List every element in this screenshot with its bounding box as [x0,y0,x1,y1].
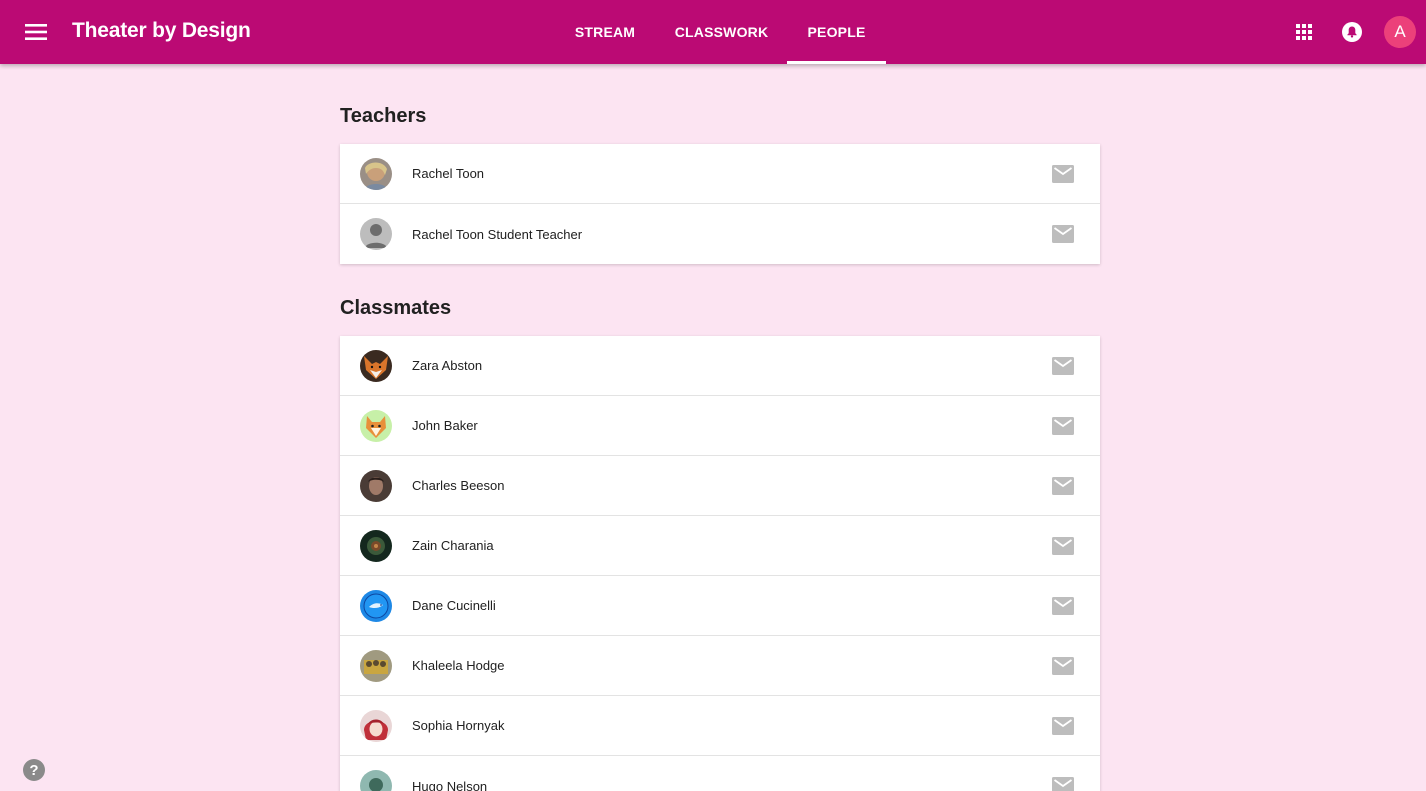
list-item: Dane Cucinelli [340,576,1100,636]
tab-people[interactable]: PEOPLE [787,0,886,64]
classmates-list: Zara Abston John Baker Charles Beeson Za… [340,336,1100,791]
mail-icon [1052,165,1074,183]
shiba-dog-avatar[interactable] [360,409,392,442]
person-name[interactable]: Rachel Toon Student Teacher [412,227,582,242]
email-button[interactable] [1052,164,1074,184]
help-button[interactable]: ? [23,759,45,781]
person-name[interactable]: Zara Abston [412,358,482,373]
email-button[interactable] [1052,224,1074,244]
email-button[interactable] [1052,536,1074,556]
person-name[interactable]: Dane Cucinelli [412,598,496,613]
list-item: Rachel Toon [340,144,1100,204]
class-tabs: STREAM CLASSWORK PEOPLE [554,0,886,64]
blue-bird-avatar[interactable] [360,589,392,622]
list-item: John Baker [340,396,1100,456]
default-avatar-icon[interactable] [360,218,392,250]
teacher-avatar[interactable] [360,157,392,190]
mail-icon [1052,417,1074,435]
person-name[interactable]: Hugo Nelson [412,779,487,791]
list-item: Zain Charania [340,516,1100,576]
list-item: Sophia Hornyak [340,696,1100,756]
email-button[interactable] [1052,416,1074,436]
person-name[interactable]: Charles Beeson [412,478,505,493]
person-name[interactable]: Zain Charania [412,538,494,553]
mail-icon [1052,357,1074,375]
list-item: Rachel Toon Student Teacher [340,204,1100,264]
main-menu-button[interactable] [20,16,52,48]
red-hair-character-avatar[interactable] [360,709,392,742]
email-button[interactable] [1052,656,1074,676]
photo-avatar[interactable] [360,469,392,502]
apps-grid-icon [1296,24,1312,40]
teachers-list: Rachel Toon Rachel Toon Student Teacher [340,144,1100,264]
person-name[interactable]: Khaleela Hodge [412,658,505,673]
notifications-button[interactable] [1336,16,1368,48]
person-name[interactable]: John Baker [412,418,478,433]
tab-stream[interactable]: STREAM [554,0,656,64]
email-button[interactable] [1052,776,1074,791]
list-item: Khaleela Hodge [340,636,1100,696]
photo-avatar[interactable] [360,649,392,682]
people-page: Teachers Rachel Toon Rachel Toon Student… [340,64,1100,791]
mail-icon [1052,225,1074,243]
account-avatar[interactable]: A [1384,16,1416,48]
email-button[interactable] [1052,356,1074,376]
teachers-heading: Teachers [340,105,427,127]
photo-avatar[interactable] [360,529,392,562]
top-app-bar: Theater by Design STREAM CLASSWORK PEOPL… [0,0,1426,64]
tab-classwork[interactable]: CLASSWORK [656,0,787,64]
classmates-heading: Classmates [340,297,452,319]
person-name[interactable]: Rachel Toon [412,166,484,181]
mail-icon [1052,777,1074,791]
mail-icon [1052,477,1074,495]
mail-icon [1052,717,1074,735]
email-button[interactable] [1052,716,1074,736]
email-button[interactable] [1052,596,1074,616]
menu-icon [25,24,47,40]
fox-avatar[interactable] [360,349,392,382]
notifications-icon [1342,22,1362,42]
list-item: Hugo Nelson [340,756,1100,791]
photo-avatar[interactable] [360,770,392,791]
apps-button[interactable] [1288,16,1320,48]
class-title[interactable]: Theater by Design [72,19,251,43]
list-item: Zara Abston [340,336,1100,396]
list-item: Charles Beeson [340,456,1100,516]
person-name[interactable]: Sophia Hornyak [412,718,505,733]
mail-icon [1052,657,1074,675]
mail-icon [1052,537,1074,555]
mail-icon [1052,597,1074,615]
email-button[interactable] [1052,476,1074,496]
